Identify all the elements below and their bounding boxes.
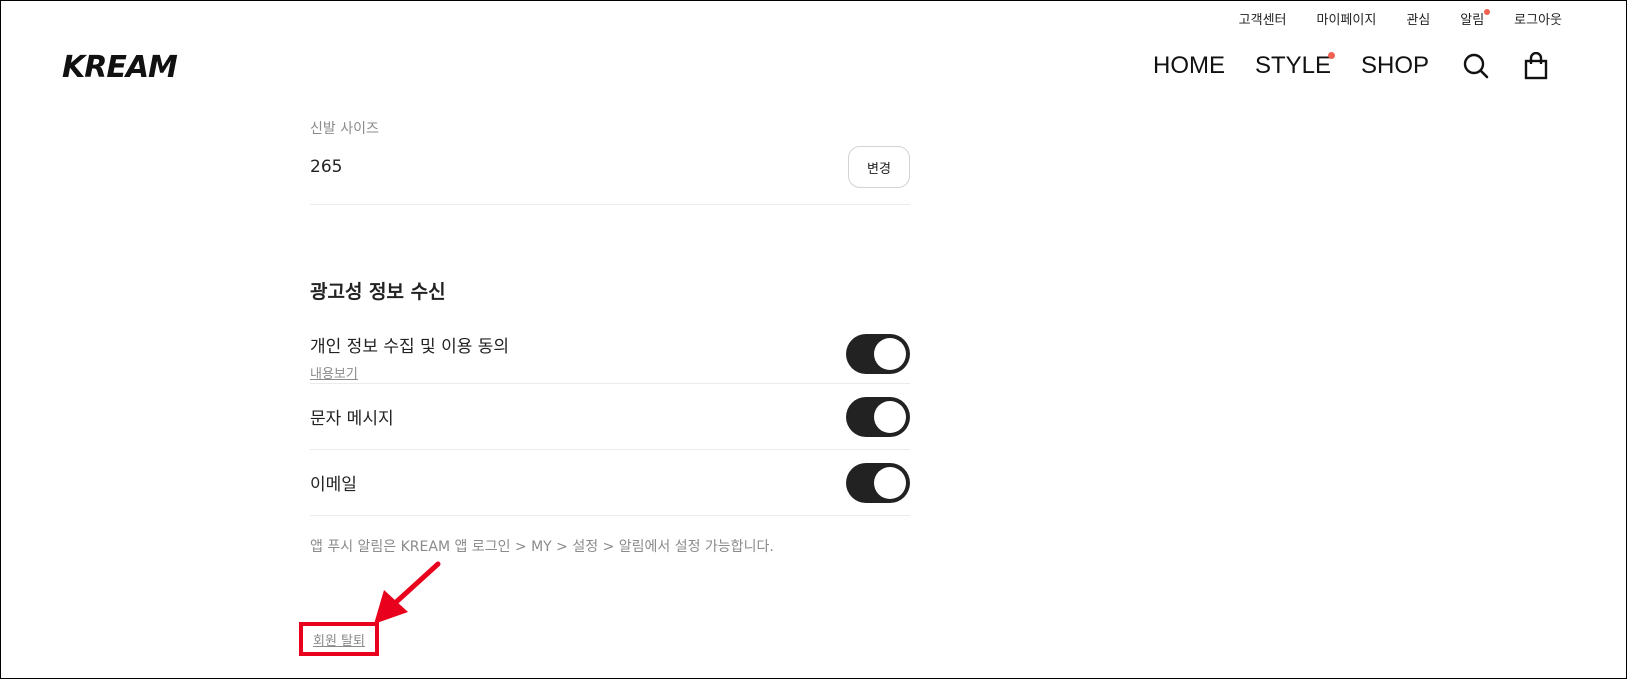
- toggle-knob: [874, 400, 906, 433]
- customer-center-link[interactable]: 고객센터: [1239, 9, 1287, 28]
- style-notification-dot: [1328, 52, 1336, 59]
- marketing-setting-list: 개인 정보 수집 및 이용 동의 내용보기 문자 메시지 이메일: [310, 326, 910, 516]
- nav-home[interactable]: HOME: [1153, 52, 1225, 80]
- logout-link[interactable]: 로그아웃: [1514, 9, 1562, 28]
- alarm-notification-dot: [1484, 9, 1491, 15]
- shoe-size-value: 265: [310, 157, 343, 177]
- setting-item-sms: 문자 메시지: [310, 384, 910, 450]
- shoe-size-label: 신발 사이즈: [310, 121, 379, 137]
- alarm-link-label: 알림: [1460, 13, 1485, 28]
- sms-toggle[interactable]: [846, 396, 910, 437]
- utility-nav: 고객센터 마이페이지 관심 알림 로그아웃: [1239, 9, 1562, 28]
- email-toggle[interactable]: [846, 462, 910, 503]
- withdraw-highlight-box: 회원 탈퇴: [299, 622, 379, 656]
- search-button[interactable]: [1462, 52, 1490, 80]
- my-page-link[interactable]: 마이페이지: [1317, 9, 1377, 28]
- view-details-link[interactable]: 내용보기: [310, 363, 509, 382]
- marketing-section-title: 광고성 정보 수신: [310, 281, 446, 303]
- search-icon: [1463, 53, 1489, 79]
- nav-style[interactable]: STYLE: [1255, 52, 1336, 80]
- toggle-knob: [874, 338, 906, 370]
- nav-style-label: STYLE: [1255, 52, 1332, 79]
- setting-item-privacy-consent: 개인 정보 수집 및 이용 동의 내용보기: [310, 326, 910, 384]
- main-nav: HOME STYLE SHOP: [1153, 52, 1429, 80]
- annotation-arrow-icon: [374, 561, 441, 624]
- privacy-consent-text: 개인 정보 수집 및 이용 동의 내용보기: [310, 332, 509, 382]
- withdraw-link[interactable]: 회원 탈퇴: [313, 630, 365, 649]
- privacy-consent-toggle[interactable]: [846, 334, 910, 374]
- change-size-button[interactable]: 변경: [848, 146, 910, 188]
- alarm-link[interactable]: 알림: [1460, 9, 1491, 28]
- profile-settings: 신발 사이즈 265 변경 광고성 정보 수신 개인 정보 수집 및 이용 동의…: [310, 118, 910, 556]
- email-title: 이메일: [310, 475, 357, 495]
- push-notification-note: 앱 푸시 알림은 KREAM 앱 로그인 > MY > 설정 > 알림에서 설정…: [310, 539, 774, 555]
- shopping-bag-icon: [1524, 51, 1548, 80]
- kream-logo[interactable]: KREAM: [62, 50, 178, 85]
- shoe-size-row: 265 변경: [310, 146, 910, 205]
- nav-shop[interactable]: SHOP: [1361, 52, 1429, 80]
- setting-item-email: 이메일: [310, 450, 910, 516]
- privacy-consent-title: 개인 정보 수집 및 이용 동의: [310, 337, 510, 357]
- interest-link[interactable]: 관심: [1406, 9, 1430, 28]
- toggle-knob: [874, 466, 906, 499]
- sms-title: 문자 메시지: [310, 409, 394, 429]
- shopping-bag-button[interactable]: [1522, 51, 1550, 80]
